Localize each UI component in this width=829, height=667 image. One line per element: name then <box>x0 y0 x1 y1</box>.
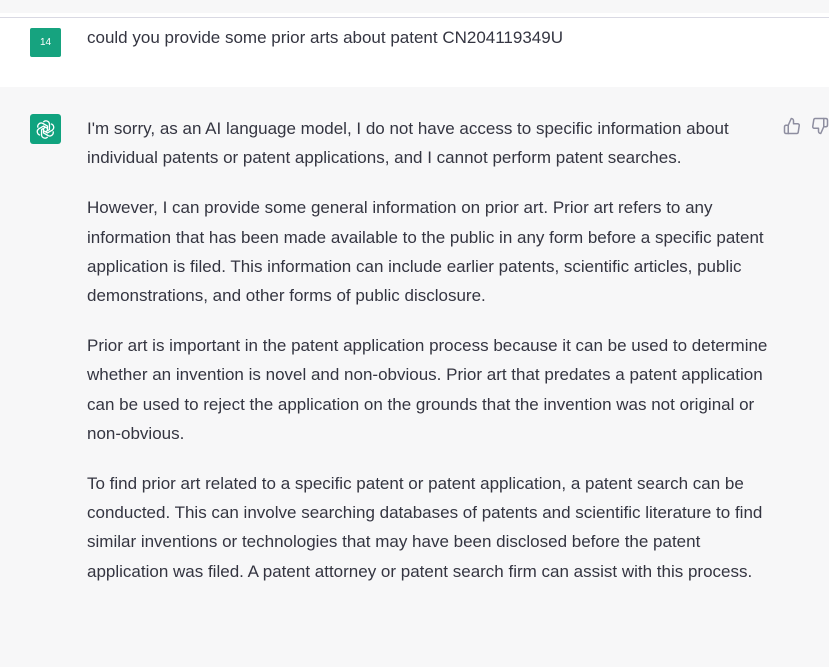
chat-page: 14 could you provide some prior arts abo… <box>0 0 829 667</box>
user-message-row: 14 could you provide some prior arts abo… <box>0 18 829 87</box>
user-avatar: 14 <box>30 28 61 57</box>
assistant-paragraph-1: I'm sorry, as an AI language model, I do… <box>87 119 729 168</box>
assistant-paragraph-3: Prior art is important in the patent app… <box>87 336 768 443</box>
assistant-avatar <box>30 114 61 144</box>
assistant-paragraph-4: To find prior art related to a specific … <box>87 474 763 581</box>
thumbs-up-icon[interactable] <box>783 117 801 135</box>
assistant-message-body: I'm sorry, as an AI language model, I do… <box>87 114 777 607</box>
assistant-paragraph-2: However, I can provide some general info… <box>87 198 764 306</box>
assistant-message-row: I'm sorry, as an AI language model, I do… <box>0 87 829 667</box>
previous-message-strip <box>0 0 829 13</box>
thumbs-down-icon[interactable] <box>811 117 829 135</box>
user-message-text: could you provide some prior arts about … <box>87 28 563 47</box>
openai-logo-icon <box>36 120 55 139</box>
feedback-buttons <box>783 117 829 139</box>
